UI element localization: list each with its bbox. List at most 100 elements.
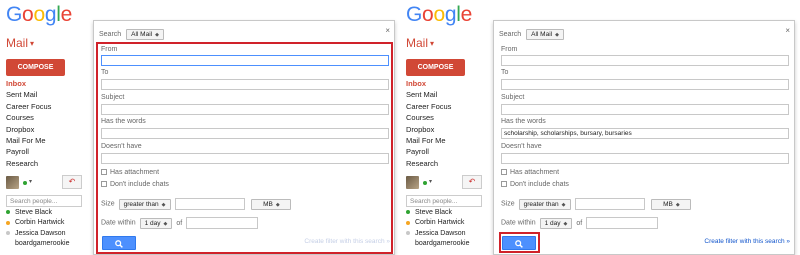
- compose-button[interactable]: COMPOSE: [6, 59, 65, 76]
- subject-input[interactable]: [101, 104, 389, 115]
- date-input[interactable]: [586, 217, 659, 229]
- nav-item-research[interactable]: Research: [406, 158, 451, 169]
- nav-item-dropbox[interactable]: Dropbox: [6, 124, 51, 135]
- nav-item-payroll[interactable]: Payroll: [406, 146, 451, 157]
- contact-item[interactable]: Corbin Hartwick: [6, 218, 69, 228]
- date-within-label: Date within: [101, 219, 136, 227]
- checkbox-icon: [101, 169, 107, 176]
- of-label: of: [576, 219, 583, 227]
- doesnt-have-input[interactable]: [501, 153, 789, 164]
- new-hangout-button[interactable]: ↶: [62, 175, 82, 189]
- status-dot-icon: [6, 241, 10, 245]
- subject-input[interactable]: [501, 104, 789, 115]
- nav-item-mail-for-me[interactable]: Mail For Me: [6, 135, 51, 146]
- contact-name: Jessica Dawson: [415, 229, 466, 237]
- mail-dropdown[interactable]: Mail ▾: [6, 36, 34, 50]
- has-attachment-checkbox[interactable]: Has attachment: [501, 169, 559, 176]
- chevron-down-icon[interactable]: ▾: [429, 178, 432, 185]
- from-label: From: [501, 46, 518, 53]
- size-operator-value: greater than: [123, 200, 159, 208]
- from-input[interactable]: [101, 55, 389, 66]
- create-filter-link[interactable]: Create filter with this search »: [704, 238, 790, 245]
- contact-name: Jessica Dawson: [15, 229, 66, 237]
- from-input[interactable]: [501, 55, 789, 66]
- search-button[interactable]: [102, 236, 136, 250]
- contact-item[interactable]: Corbin Hartwick: [406, 218, 469, 228]
- chevron-down-icon: ◆: [163, 220, 168, 227]
- nav-item-career-focus[interactable]: Career Focus: [406, 101, 451, 112]
- nav-item-dropbox[interactable]: Dropbox: [406, 124, 451, 135]
- to-input[interactable]: [101, 79, 389, 90]
- contact-item[interactable]: boardgamerookie: [406, 239, 469, 249]
- nav-item-research[interactable]: Research: [6, 158, 51, 169]
- chevron-down-icon: ◆: [275, 201, 280, 208]
- create-filter-link[interactable]: Create filter with this search »: [304, 238, 390, 245]
- close-icon[interactable]: ×: [385, 26, 390, 35]
- compose-button[interactable]: COMPOSE: [406, 59, 465, 76]
- has-words-input[interactable]: [101, 128, 389, 139]
- logo-letter: o: [22, 3, 34, 26]
- nav-item-courses[interactable]: Courses: [406, 112, 451, 123]
- nav-item-inbox[interactable]: Inbox: [406, 78, 451, 89]
- google-logo[interactable]: Google: [6, 3, 72, 27]
- avatar[interactable]: [406, 176, 419, 189]
- nav-item-sent-mail[interactable]: Sent Mail: [6, 89, 51, 100]
- contact-item[interactable]: Jessica Dawson: [406, 229, 469, 239]
- size-unit-select[interactable]: MB ◆: [251, 198, 292, 210]
- doesnt-have-input[interactable]: [101, 153, 389, 164]
- contact-item[interactable]: Steve Black: [406, 208, 469, 218]
- people-search-input[interactable]: Search people...: [6, 195, 82, 207]
- search-scope-select[interactable]: All Mail ◆: [526, 29, 564, 40]
- has-attachment-label: Has attachment: [510, 169, 560, 176]
- nav-item-career-focus[interactable]: Career Focus: [6, 101, 51, 112]
- size-unit-value: MB: [663, 200, 673, 208]
- contact-list: Steve Black Corbin Hartwick Jessica Daws…: [6, 208, 69, 250]
- size-label: Size: [501, 200, 515, 208]
- contact-item[interactable]: Steve Black: [6, 208, 69, 218]
- size-operator-select[interactable]: greater than ◆: [518, 198, 571, 210]
- new-hangout-button[interactable]: ↶: [462, 175, 482, 189]
- has-attachment-checkbox[interactable]: Has attachment: [101, 169, 159, 176]
- contact-name: Steve Black: [415, 209, 452, 216]
- date-input[interactable]: [186, 217, 259, 229]
- to-input[interactable]: [501, 79, 789, 90]
- close-icon[interactable]: ×: [785, 26, 790, 35]
- dont-include-chats-label: Don't include chats: [510, 181, 569, 188]
- size-input[interactable]: [575, 198, 646, 210]
- size-operator-select[interactable]: greater than ◆: [118, 198, 171, 210]
- people-search-input[interactable]: Search people...: [406, 195, 482, 207]
- nav-item-inbox[interactable]: Inbox: [6, 78, 51, 89]
- chevron-down-icon: ▾: [30, 39, 35, 49]
- chevron-down-icon[interactable]: ▾: [29, 178, 32, 185]
- date-range-select[interactable]: 1 day ◆: [539, 217, 573, 229]
- contact-item[interactable]: Jessica Dawson: [6, 229, 69, 239]
- nav-item-courses[interactable]: Courses: [6, 112, 51, 123]
- contact-item[interactable]: boardgamerookie: [6, 239, 69, 249]
- dont-include-chats-checkbox[interactable]: Don't include chats: [501, 181, 569, 188]
- contact-name: Corbin Hartwick: [15, 219, 65, 227]
- checkbox-icon: [501, 181, 507, 188]
- nav-item-payroll[interactable]: Payroll: [6, 146, 51, 157]
- chevron-down-icon: ◆: [563, 220, 568, 227]
- status-dot-icon: [406, 220, 410, 225]
- google-logo[interactable]: Google: [406, 3, 472, 27]
- search-scope-select[interactable]: All Mail ◆: [126, 29, 164, 40]
- date-range-select[interactable]: 1 day ◆: [139, 217, 173, 229]
- status-dot-icon: [406, 241, 410, 245]
- search-button[interactable]: [502, 236, 536, 250]
- size-input[interactable]: [175, 198, 246, 210]
- size-unit-select[interactable]: MB ◆: [651, 198, 692, 210]
- nav-item-mail-for-me[interactable]: Mail For Me: [406, 135, 451, 146]
- mail-dropdown[interactable]: Mail ▾: [406, 36, 434, 50]
- nav-item-sent-mail[interactable]: Sent Mail: [406, 89, 451, 100]
- has-words-input[interactable]: scholarship, scholarships, bursary, burs…: [501, 128, 789, 139]
- avatar[interactable]: [6, 176, 19, 189]
- status-dot-icon: [406, 210, 410, 215]
- right-screenshot-panel: Google Mail ▾ COMPOSE Inbox Sent Mail Car…: [400, 0, 800, 255]
- search-icon: [115, 240, 123, 248]
- logo-letter: o: [422, 3, 434, 26]
- contact-name: boardgamerookie: [415, 240, 470, 248]
- search-label: Search: [99, 31, 122, 38]
- dont-include-chats-checkbox[interactable]: Don't include chats: [101, 181, 169, 188]
- logo-letter: e: [60, 3, 73, 26]
